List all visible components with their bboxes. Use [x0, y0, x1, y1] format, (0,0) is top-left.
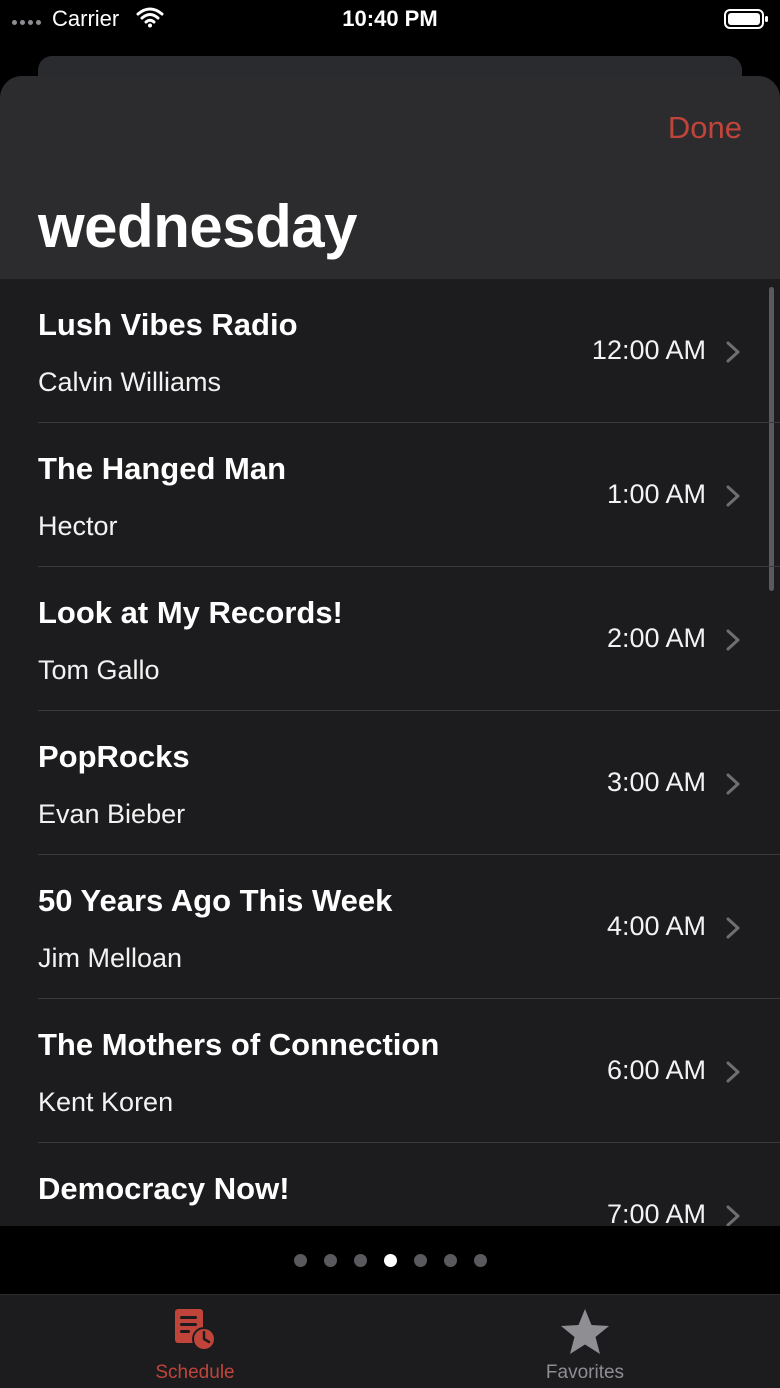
schedule-row[interactable]: Lush Vibes Radio Calvin Williams 12:00 A…: [0, 279, 780, 423]
show-title: The Hanged Man: [38, 451, 287, 486]
tab-favorites-label: Favorites: [545, 1362, 625, 1383]
show-host: Kent Koren: [38, 1087, 174, 1117]
tab-bar: Schedule Favorites: [0, 1294, 780, 1388]
chevron-right-icon: [726, 1205, 740, 1226]
schedule-sheet: Done wednesday Lush Vibes Radio Calvin W…: [0, 76, 780, 1226]
chevron-right-icon: [726, 485, 740, 507]
show-host: Tom Gallo: [38, 655, 160, 685]
page-dot[interactable]: [353, 1253, 367, 1267]
page-dot[interactable]: [413, 1253, 427, 1267]
sheet-header: Done wednesday: [0, 76, 780, 279]
show-host: Evan Bieber: [38, 799, 186, 829]
schedule-row[interactable]: Democracy Now! 7:00 AM: [0, 1143, 780, 1226]
battery-icon: [724, 9, 768, 29]
show-title: PopRocks: [38, 739, 190, 774]
page-dot[interactable]: [473, 1253, 487, 1267]
schedule-row[interactable]: The Hanged Man Hector 1:00 AM: [0, 423, 780, 567]
show-time: 12:00 AM: [591, 335, 706, 365]
show-host: Hector: [38, 511, 118, 541]
show-title: Look at My Records!: [38, 595, 343, 630]
show-host: Jim Melloan: [38, 943, 183, 973]
tab-schedule[interactable]: Schedule: [0, 1295, 390, 1388]
chevron-right-icon: [726, 917, 740, 939]
schedule-row[interactable]: 50 Years Ago This Week Jim Melloan 4:00 …: [0, 855, 780, 999]
show-title: The Mothers of Connection: [38, 1027, 440, 1062]
page-indicator[interactable]: [0, 1226, 780, 1294]
show-time: 1:00 AM: [606, 479, 706, 509]
schedule-row[interactable]: PopRocks Evan Bieber 3:00 AM: [0, 711, 780, 855]
chevron-right-icon: [726, 341, 740, 363]
chevron-right-icon: [726, 1061, 740, 1083]
page-dot[interactable]: [293, 1253, 307, 1267]
star-icon: [561, 1309, 609, 1354]
schedule-icon: [175, 1309, 216, 1351]
done-button[interactable]: Done: [668, 110, 742, 146]
show-title: Lush Vibes Radio: [38, 307, 298, 342]
show-time: 6:00 AM: [606, 1055, 706, 1085]
status-bar: Carrier 10:40 PM: [0, 0, 780, 40]
chevron-right-icon: [726, 773, 740, 795]
tab-favorites[interactable]: Favorites: [390, 1295, 780, 1388]
chevron-right-icon: [726, 629, 740, 651]
show-title: 50 Years Ago This Week: [38, 883, 393, 918]
show-title: Democracy Now!: [38, 1171, 290, 1206]
status-time: 10:40 PM: [342, 6, 438, 31]
schedule-row[interactable]: Look at My Records! Tom Gallo 2:00 AM: [0, 567, 780, 711]
page-dot[interactable]: [443, 1253, 457, 1267]
show-time: 7:00 AM: [606, 1199, 706, 1226]
page-title: wednesday: [38, 193, 357, 260]
schedule-row[interactable]: The Mothers of Connection Kent Koren 6:0…: [0, 999, 780, 1143]
show-time: 2:00 AM: [606, 623, 706, 653]
page-dot[interactable]: [323, 1253, 337, 1267]
page-dot-active[interactable]: [383, 1253, 397, 1267]
show-time: 4:00 AM: [606, 911, 706, 941]
show-time: 3:00 AM: [606, 767, 706, 797]
tab-schedule-label: Schedule: [155, 1362, 235, 1383]
show-host: Calvin Williams: [38, 367, 222, 397]
schedule-list[interactable]: Lush Vibes Radio Calvin Williams 12:00 A…: [0, 279, 780, 1226]
